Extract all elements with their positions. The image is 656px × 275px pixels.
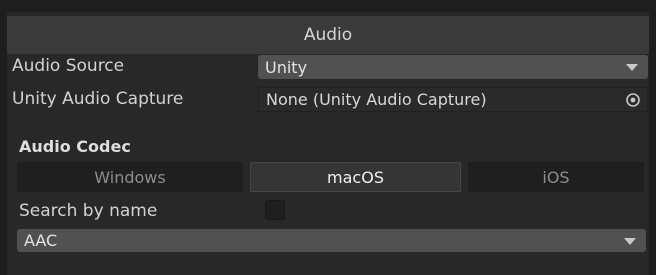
audio-capture-value: None (Unity Audio Capture) bbox=[266, 90, 487, 109]
tab-macos-label: macOS bbox=[327, 167, 384, 187]
tab-windows[interactable]: Windows bbox=[17, 162, 243, 192]
chevron-down-icon bbox=[624, 237, 636, 245]
tab-macos[interactable]: macOS bbox=[250, 162, 461, 192]
search-by-name-label: Search by name bbox=[19, 201, 158, 221]
object-picker-icon[interactable] bbox=[625, 92, 641, 108]
audio-source-value: Unity bbox=[265, 57, 308, 77]
audio-settings-panel: Audio Audio Source Unity Unity Audio Cap… bbox=[7, 12, 649, 275]
audio-capture-field[interactable]: None (Unity Audio Capture) bbox=[258, 87, 648, 112]
audio-codec-title: Audio Codec bbox=[19, 137, 131, 156]
audio-source-dropdown[interactable]: Unity bbox=[258, 55, 648, 79]
chevron-down-icon bbox=[626, 64, 638, 71]
section-header: Audio bbox=[7, 16, 649, 54]
audio-capture-label: Unity Audio Capture bbox=[12, 89, 184, 109]
search-by-name-checkbox[interactable] bbox=[265, 200, 285, 220]
tab-ios[interactable]: iOS bbox=[468, 162, 644, 192]
codec-dropdown[interactable]: AAC bbox=[17, 229, 646, 252]
audio-source-label: Audio Source bbox=[12, 56, 125, 76]
section-title: Audio bbox=[303, 25, 353, 45]
codec-value: AAC bbox=[24, 231, 58, 250]
tab-ios-label: iOS bbox=[542, 167, 570, 187]
tab-windows-label: Windows bbox=[94, 167, 166, 187]
